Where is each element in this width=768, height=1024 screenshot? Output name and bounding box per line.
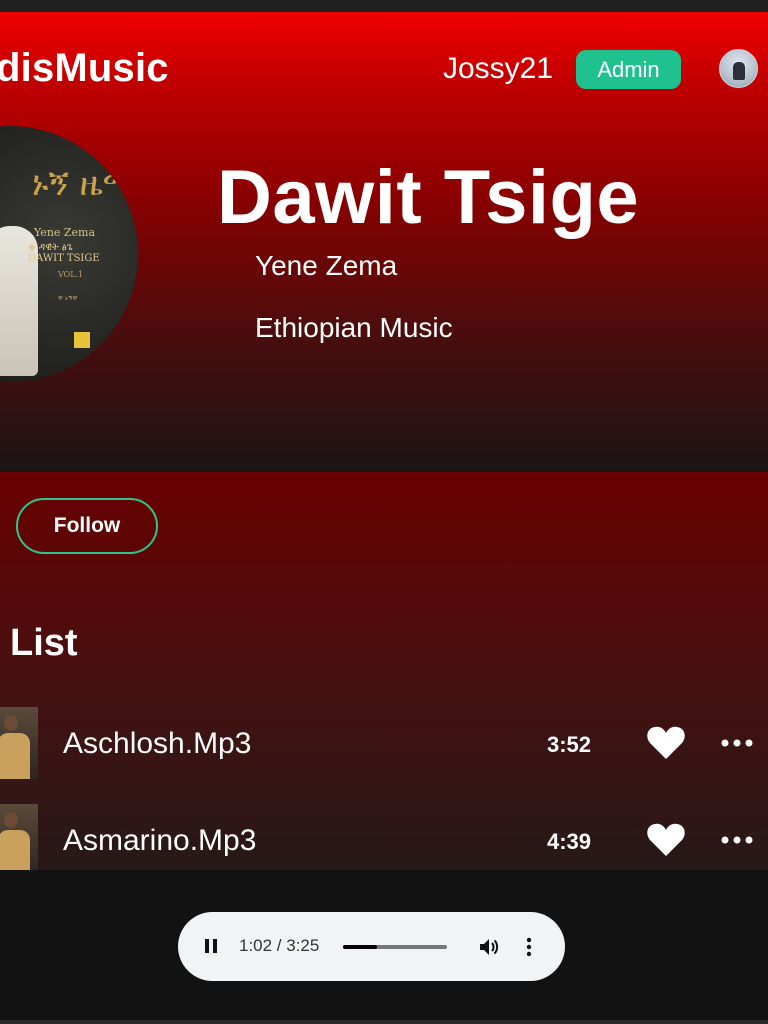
track-thumbnail	[0, 804, 38, 870]
thumb-body	[0, 830, 30, 870]
list-heading: List	[10, 622, 78, 664]
more-vertical-icon[interactable]	[523, 935, 535, 959]
track-thumbnail	[0, 707, 38, 779]
label-logo-icon	[74, 332, 90, 348]
album-cover-subtitle: Yene Zema	[34, 226, 96, 239]
album-cover: ኑኝ ዜማ Yene Zema ◆ ዳዊት ፅጌ DAWIT TSIGE VOL…	[0, 126, 138, 382]
track-duration: 4:39	[547, 829, 592, 854]
player-bar: 1:02 / 3:25	[0, 870, 768, 1020]
user-avatar[interactable]	[719, 49, 758, 88]
progress-fill	[343, 945, 378, 949]
pause-icon[interactable]	[201, 936, 221, 956]
album-cover-artist: ◆ ዳዊት ፅጌ DAWIT TSIGE	[28, 242, 100, 264]
album-cover-volume: VOL.1	[58, 270, 84, 279]
track-row[interactable]: Asmarino.Mp3 4:39	[0, 804, 768, 870]
admin-badge[interactable]: Admin	[576, 50, 681, 89]
genre-label: Ethiopian Music	[255, 312, 453, 343]
track-title[interactable]: Asmarino.Mp3	[63, 824, 256, 858]
album-cover-small-text: ዋ ኑኝዋ	[58, 294, 78, 302]
artist-hero: disMusic Jossy21 Admin ኑኝ ዜማ Yene Zema ◆…	[0, 12, 768, 472]
track-duration: 3:52	[547, 732, 592, 757]
heart-icon[interactable]	[646, 725, 686, 761]
album-cover-artist-glyphs: ◆ ዳዊት ፅጌ	[28, 242, 73, 253]
avatar-figure	[733, 62, 745, 80]
heart-icon[interactable]	[646, 822, 686, 858]
track-title[interactable]: Aschlosh.Mp3	[63, 727, 251, 761]
window-bottom-edge	[0, 1020, 768, 1024]
brand-logo[interactable]: disMusic	[0, 46, 169, 91]
username-label[interactable]: Jossy21	[443, 52, 553, 86]
album-cover-artist-latin: DAWIT TSIGE	[28, 253, 100, 264]
window-top-edge	[0, 0, 768, 12]
more-horizontal-icon[interactable]	[720, 731, 754, 755]
audio-player[interactable]: 1:02 / 3:25	[178, 912, 565, 981]
volume-icon[interactable]	[477, 935, 501, 959]
track-section: Follow List Aschlosh.Mp3 3:52 Asmarino.M…	[0, 472, 768, 870]
album-name: Yene Zema	[255, 250, 398, 281]
artist-name: Dawit Tsige	[217, 155, 640, 240]
more-horizontal-icon[interactable]	[720, 828, 754, 852]
thumb-head	[4, 715, 18, 731]
follow-button[interactable]: Follow	[16, 498, 158, 554]
thumb-head	[4, 812, 18, 828]
track-row[interactable]: Aschlosh.Mp3 3:52	[0, 707, 768, 779]
progress-slider[interactable]	[343, 945, 447, 949]
playback-time: 1:02 / 3:25	[239, 936, 320, 955]
album-cover-title: ኑኝ ዜማ	[32, 164, 136, 204]
thumb-body	[0, 733, 30, 779]
